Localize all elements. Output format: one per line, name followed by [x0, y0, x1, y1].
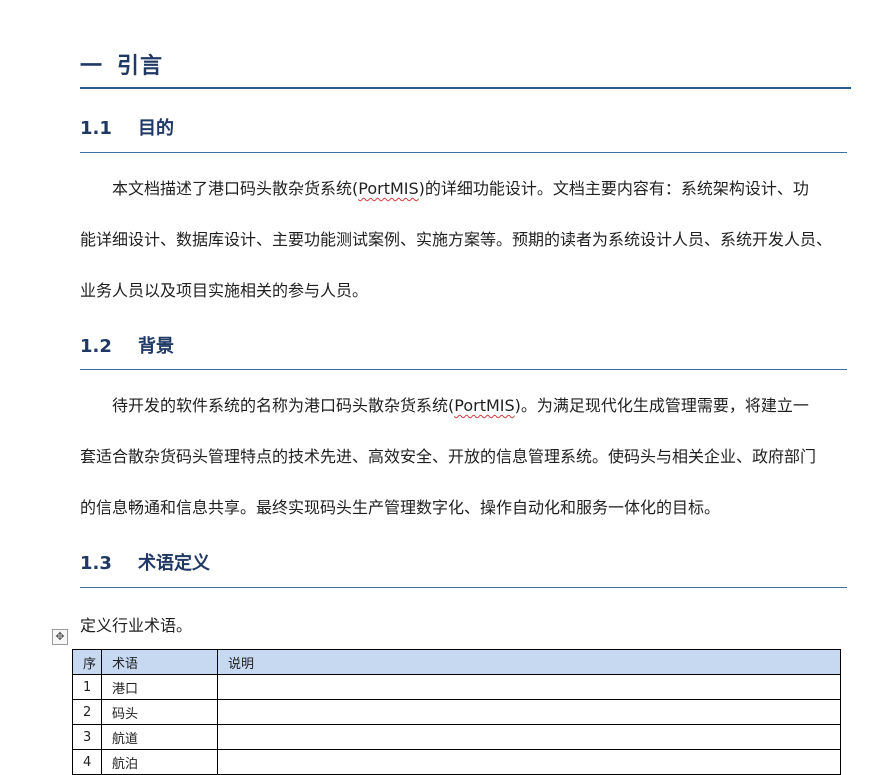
paragraph-background: 待开发的软件系统的名称为港口码头散杂货系统(PortMIS)。为满足现代化生成管…: [80, 380, 851, 533]
section-title: 术语定义: [138, 553, 210, 574]
section-title: 目的: [138, 118, 174, 139]
table-cell[interactable]: [217, 724, 841, 750]
spellcheck-word[interactable]: PortMIS: [454, 396, 514, 415]
paragraph-line: 业务人员以及项目实施相关的参与人员。: [80, 265, 851, 316]
table-cell[interactable]: [217, 699, 841, 725]
paragraph-line: 的信息畅通和信息共享。最终实现码头生产管理数字化、操作自动化和服务一体化的目标。: [80, 482, 851, 533]
heading-1-number: 一: [80, 54, 104, 79]
table-cell[interactable]: 港口: [101, 674, 218, 700]
text-run: 能详细设计、数据库设计、主要功能测试案例、实施方案等。预期的读者为系统设计人员、…: [80, 230, 833, 249]
table-header-row: 序 术语 说明: [72, 649, 841, 675]
table-cell[interactable]: 1: [72, 674, 102, 700]
text-run: 待开发的软件系统的名称为港口码头散杂货系统(: [112, 396, 455, 415]
heading-1: 一引言: [80, 48, 163, 80]
text-run: 的信息畅通和信息共享。最终实现码头生产管理数字化、操作自动化和服务一体化的目标。: [80, 498, 721, 517]
move-icon[interactable]: ✥: [52, 629, 68, 645]
section-heading-terms: 1.3 术语定义: [80, 549, 210, 575]
text-run: 业务人员以及项目实施相关的参与人员。: [80, 281, 369, 300]
table-cell[interactable]: 码头: [101, 699, 218, 725]
document-page: 一引言 1.1 目的 本文档描述了港口码头散杂货系统(PortMIS)的详细功能设…: [0, 0, 896, 775]
section-rule: [80, 587, 847, 588]
paragraph-line: 套适合散杂货码头管理特点的技术先进、高效安全、开放的信息管理系统。使码头与相关企…: [80, 431, 851, 482]
section-heading-background: 1.2 背景: [80, 332, 174, 358]
table-row: 1 港口: [72, 674, 841, 700]
text-run: 套适合散杂货码头管理特点的技术先进、高效安全、开放的信息管理系统。使码头与相关企…: [80, 447, 817, 466]
section-heading-purpose: 1.1 目的: [80, 114, 174, 140]
column-header[interactable]: 术语: [101, 649, 218, 675]
terms-table: 序 术语 说明 1 港口 2 码头 3 航道 4 航泊: [72, 649, 841, 775]
section-number: 1.3: [80, 553, 112, 574]
section-title: 背景: [138, 336, 174, 357]
paragraph-purpose: 本文档描述了港口码头散杂货系统(PortMIS)的详细功能设计。文档主要内容有：…: [80, 163, 851, 316]
section-rule: [80, 152, 847, 153]
paragraph-line: 本文档描述了港口码头散杂货系统(PortMIS)的详细功能设计。文档主要内容有：…: [80, 163, 851, 214]
paragraph-line: 能详细设计、数据库设计、主要功能测试案例、实施方案等。预期的读者为系统设计人员、…: [80, 214, 851, 265]
table-cell[interactable]: 3: [72, 724, 102, 750]
table-row: 4 航泊: [72, 749, 841, 775]
section-number: 1.2: [80, 336, 112, 357]
section-rule: [80, 369, 847, 370]
table-cell[interactable]: [217, 749, 841, 775]
table-cell[interactable]: 2: [72, 699, 102, 725]
terms-intro: 定义行业术语。: [80, 616, 193, 635]
column-header[interactable]: 序: [72, 649, 102, 675]
text-run: )的详细功能设计。文档主要内容有：系统架构设计、功: [418, 179, 809, 198]
column-header[interactable]: 说明: [217, 649, 841, 675]
heading-1-title: 引言: [117, 54, 164, 79]
spellcheck-word[interactable]: PortMIS: [358, 179, 418, 198]
table-cell[interactable]: 航泊: [101, 749, 218, 775]
table-cell[interactable]: 航道: [101, 724, 218, 750]
table-cell[interactable]: 4: [72, 749, 102, 775]
section-number: 1.1: [80, 118, 112, 139]
table-cell[interactable]: [217, 674, 841, 700]
paragraph-line: 待开发的软件系统的名称为港口码头散杂货系统(PortMIS)。为满足现代化生成管…: [80, 380, 851, 431]
table-row: 2 码头: [72, 699, 841, 725]
table-row: 3 航道: [72, 724, 841, 750]
text-run: )。为满足现代化生成管理需要，将建立一: [514, 396, 809, 415]
heading-1-rule: [80, 87, 851, 89]
text-run: 本文档描述了港口码头散杂货系统(: [112, 179, 359, 198]
